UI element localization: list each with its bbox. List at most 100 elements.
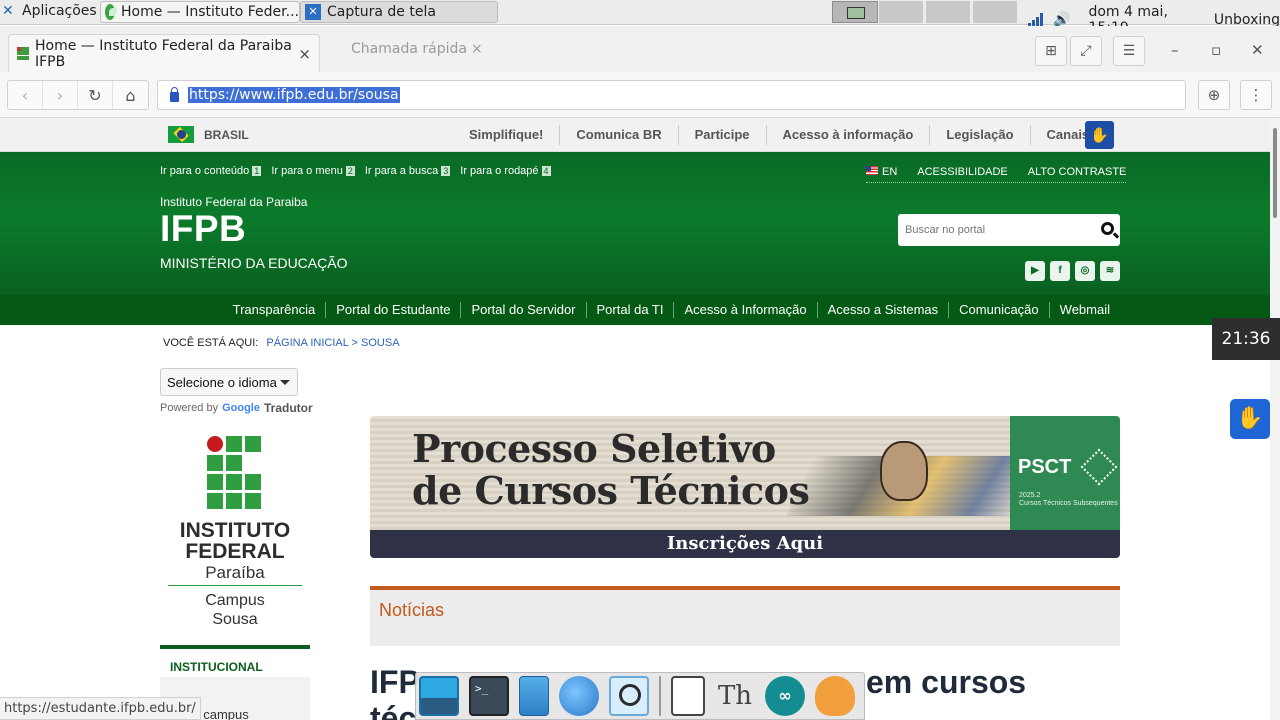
taskbar-item-label: Home — Instituto Feder...: [120, 4, 299, 20]
gov-link-simplifique[interactable]: Simplifique!: [458, 125, 559, 145]
social-links: ▶ f ◎ ≋: [1025, 261, 1120, 281]
nav-item-comunicacao[interactable]: Comunicação: [948, 302, 1049, 318]
language-select[interactable]: Selecione o idioma: [160, 368, 298, 396]
facebook-icon[interactable]: f: [1050, 261, 1070, 281]
gov-link-participe[interactable]: Participe: [677, 124, 766, 145]
vlibras-widget-icon[interactable]: ✋: [1230, 399, 1270, 439]
news-headline-end[interactable]: em cursos: [866, 664, 1026, 701]
nav-item-webmail[interactable]: Webmail: [1048, 302, 1120, 318]
main-navigation: Transparência Portal do Estudante Portal…: [0, 295, 1270, 325]
timer-overlay: 21:36: [1212, 318, 1280, 360]
reload-icon[interactable]: ↻: [78, 81, 113, 109]
workspace-3[interactable]: [926, 1, 972, 23]
high-contrast-link[interactable]: ALTO CONTRASTE: [1028, 166, 1127, 178]
rss-icon[interactable]: ≋: [1100, 261, 1120, 281]
arduino-icon[interactable]: ∞: [765, 676, 805, 716]
app-finder-icon[interactable]: [609, 676, 649, 716]
url-input[interactable]: https://www.ifpb.edu.br/sousa: [157, 80, 1186, 110]
institution-name: Instituto Federal da Paraiba: [160, 195, 308, 209]
web-browser-icon[interactable]: [559, 676, 599, 716]
nav-item-acesso-informacao[interactable]: Acesso à Informação: [673, 302, 816, 318]
applications-label: Aplicações: [22, 3, 97, 19]
os-top-panel: ✕ Aplicações ☰ Home — Instituto Feder...…: [0, 0, 1280, 36]
scratch-cat-icon[interactable]: [815, 676, 855, 716]
nav-item-portal-servidor[interactable]: Portal do Servidor: [460, 302, 585, 318]
logo-state: Paraíba: [205, 563, 265, 582]
ifpb-logo-mark: [207, 436, 261, 509]
text-editor-icon[interactable]: [671, 676, 705, 716]
lock-icon: [170, 87, 179, 102]
terminal-icon[interactable]: >_: [469, 676, 509, 716]
skip-links: Ir para o conteúdo 1 Ir para o menu 2 Ir p…: [160, 165, 551, 177]
navigation-buttons: ‹ › ↻ ⌂: [7, 80, 149, 110]
gov-bar: BRASIL Simplifique! Comunica BR Particip…: [0, 118, 1270, 152]
english-link[interactable]: EN: [866, 166, 897, 178]
news-section-header: Notícias: [370, 586, 1120, 646]
more-options-icon[interactable]: ⋮: [1240, 80, 1272, 110]
fullscreen-icon[interactable]: ⤢: [1070, 36, 1102, 66]
forward-icon[interactable]: ›: [43, 81, 78, 109]
search-input[interactable]: [905, 224, 1085, 236]
gov-link-comunica[interactable]: Comunica BR: [559, 124, 677, 145]
close-window-icon[interactable]: ✕: [1251, 41, 1264, 59]
skip-link-search[interactable]: Ir para a busca 3: [365, 165, 451, 177]
show-desktop-icon[interactable]: [419, 676, 459, 716]
site-title[interactable]: IFPB: [160, 208, 246, 250]
taskbar-item-screenshot[interactable]: ✕ Captura de tela: [300, 1, 498, 23]
browser-tab-bar: Home — Instituto Federal da Paraiba IFPB…: [0, 26, 1280, 72]
tab-speed-dial[interactable]: Chamada rápida ×: [351, 41, 483, 57]
file-manager-icon[interactable]: [519, 676, 549, 716]
nav-item-acesso-sistemas[interactable]: Acesso a Sistemas: [816, 302, 949, 318]
back-icon[interactable]: ‹: [8, 81, 43, 109]
logo-divider: [168, 585, 302, 586]
tab-home-ifpb[interactable]: Home — Instituto Federal da Paraiba IFPB…: [8, 34, 320, 72]
header-top-links: EN ACESSIBILIDADE ALTO CONTRASTE: [866, 166, 1127, 183]
accessibility-link[interactable]: ACESSIBILIDADE: [917, 166, 1007, 178]
psct-badge: PSCT 2025.2 Cursos Técnicos Subsequentes: [1010, 416, 1120, 530]
tab-close-icon[interactable]: ×: [471, 41, 483, 57]
minimize-icon[interactable]: –: [1171, 41, 1179, 59]
brazil-flag-icon: [168, 126, 194, 143]
maximize-icon[interactable]: ▫: [1211, 41, 1221, 59]
search-icon[interactable]: [1101, 222, 1114, 235]
gov-link-acesso[interactable]: Acesso à informação: [765, 124, 930, 145]
taskbar-item-browser[interactable]: Home — Instituto Feder...: [100, 1, 300, 23]
ministry-label: MINISTÉRIO DA EDUCAÇÃO: [160, 255, 348, 271]
scrollbar-thumb[interactable]: [1273, 128, 1277, 218]
gov-link-legislacao[interactable]: Legislação: [929, 124, 1029, 145]
dock-separator: [659, 676, 661, 716]
workspace-2[interactable]: [879, 1, 925, 23]
home-icon[interactable]: ⌂: [113, 81, 148, 109]
youtube-icon[interactable]: ▶: [1025, 261, 1045, 281]
instagram-icon[interactable]: ◎: [1075, 261, 1095, 281]
psct-banner[interactable]: Processo Seletivo de Cursos Técnicos PSC…: [370, 416, 1120, 558]
browser-leaf-icon: [105, 4, 117, 20]
new-tab-icon[interactable]: ⊞: [1035, 36, 1067, 66]
news-headline-start[interactable]: IFP: [370, 664, 420, 701]
translator-link[interactable]: Tradutor: [264, 401, 313, 415]
logo-institution: INSTITUTO FEDERAL: [179, 519, 291, 563]
applications-menu[interactable]: ✕ Aplicações ☰: [2, 3, 113, 19]
window-thumbnail: [847, 7, 865, 19]
vlibras-hands-icon[interactable]: ✋: [1085, 121, 1114, 149]
workspace-1[interactable]: [832, 1, 878, 23]
tab-title: Home — Instituto Federal da Paraiba IFPB: [35, 37, 292, 70]
workspace-4[interactable]: [973, 1, 1019, 23]
skip-link-menu[interactable]: Ir para o menu 2: [271, 165, 355, 177]
news-headline-line2[interactable]: téc: [370, 700, 416, 720]
bookmark-icon[interactable]: ⊕: [1198, 80, 1230, 110]
site-header: Ir para o conteúdo 1 Ir para o menu 2 Ir p…: [0, 152, 1270, 295]
skip-link-content[interactable]: Ir para o conteúdo 1: [160, 165, 262, 177]
brasil-link[interactable]: BRASIL: [168, 126, 249, 143]
tab-close-icon[interactable]: ×: [298, 45, 311, 63]
font-viewer-icon[interactable]: Th: [715, 676, 755, 716]
nav-item-transparencia[interactable]: Transparência: [223, 302, 326, 318]
breadcrumb-path[interactable]: PÁGINA INICIAL > SOUSA: [266, 337, 399, 349]
nav-item-portal-ti[interactable]: Portal da TI: [585, 302, 674, 318]
screenshot-app-icon: ✕: [305, 4, 321, 20]
skip-link-footer[interactable]: Ir para o rodapé 4: [460, 165, 551, 177]
nav-item-portal-estudante[interactable]: Portal do Estudante: [325, 302, 460, 318]
banner-cta[interactable]: Inscrições Aqui: [370, 530, 1120, 558]
page-scrollbar[interactable]: [1270, 118, 1280, 720]
menu-icon[interactable]: ☰: [1113, 36, 1145, 66]
